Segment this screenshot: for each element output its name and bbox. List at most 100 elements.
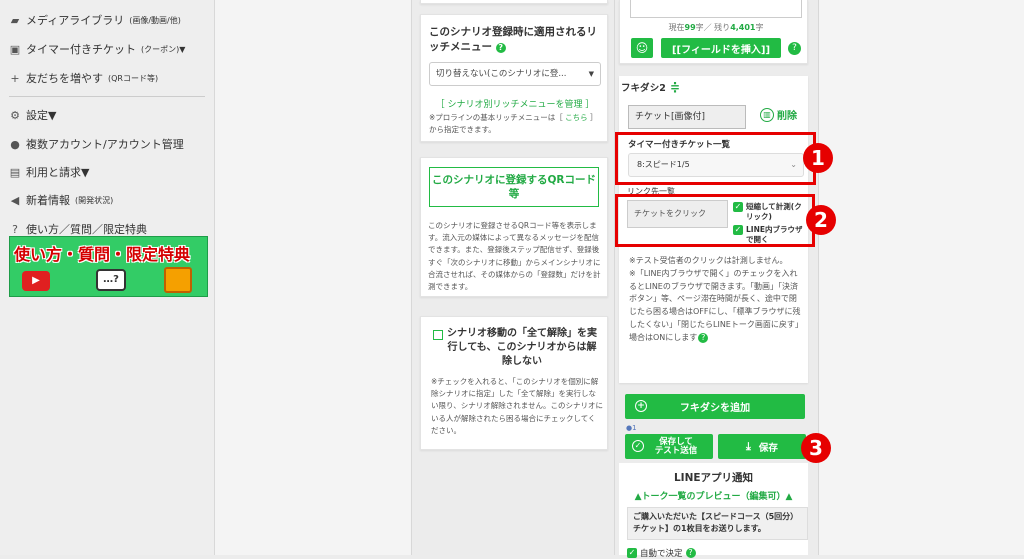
sidebar-item-label: タイマー付きチケット bbox=[26, 43, 136, 56]
money-icon: ▤ bbox=[9, 165, 21, 179]
sidebar-item-timer-ticket[interactable]: ▣ タイマー付きチケット (クーポン)▼ bbox=[9, 41, 186, 57]
rich-menu-card: このシナリオ登録時に適用されるリッチメニュー ? 切り替えない(このシナリオに登… bbox=[420, 14, 608, 142]
delete-button[interactable]: ▥ 削除 bbox=[760, 107, 797, 122]
message-textarea[interactable] bbox=[630, 0, 802, 18]
qr-card: このシナリオに登録するQRコード等 このシナリオに登録させるQRコード等を表示し… bbox=[420, 157, 608, 297]
help-banner[interactable]: 使い方・質問・限定特典 ▶ …? bbox=[9, 236, 208, 297]
message-card: 現在99字／ 残り4,401字 ☺ [[フィールドを挿入]] ? bbox=[619, 0, 808, 64]
fukidashi-header: フキダシ2 ≑ bbox=[621, 80, 680, 94]
play-icon: ▶ bbox=[22, 271, 50, 291]
sidebar-item-settings[interactable]: ⚙ 設定▼ bbox=[9, 107, 56, 123]
sidebar-item-suffix: (画像/動画/他) bbox=[129, 15, 181, 25]
user-plus-icon: + bbox=[10, 71, 20, 85]
preview-text-field[interactable]: ご購入いただいた【スピードコース（5回分）チケット】の1枚目をお送りします。 bbox=[627, 507, 808, 540]
card-top-edge bbox=[420, 0, 608, 4]
insert-field-button[interactable]: [[フィールドを挿入]] bbox=[661, 38, 781, 58]
ticket-icon: ▣ bbox=[9, 42, 21, 56]
qr-description: このシナリオに登録させるQRコード等を表示します。流入元の媒体によって異なるメッ… bbox=[428, 221, 601, 292]
rich-menu-select-value: 切り替えない(このシナリオに登... bbox=[436, 69, 567, 79]
rich-menu-manage-link[interactable]: ［ シナリオ別リッチメニューを管理 ］ bbox=[429, 97, 601, 110]
sidebar-item-accounts[interactable]: ● 複数アカウント/アカウント管理 bbox=[9, 136, 184, 152]
link-notes: ※テスト受信者のクリックは計測しません。 ※「LINE内ブラウザで開く」のチェッ… bbox=[629, 255, 801, 345]
note-link[interactable]: こちら bbox=[565, 113, 588, 122]
sidebar: ▰ メディアライブラリ (画像/動画/他) ▣ タイマー付きチケット (クーポン)▼… bbox=[0, 0, 214, 555]
check-label: LINE内ブラウザで開く bbox=[746, 225, 803, 244]
char-count-text: 字 bbox=[755, 23, 764, 32]
fukidashi-label: フキダシ2 bbox=[621, 83, 666, 94]
empty-panel bbox=[819, 0, 1024, 555]
checkbox-checked-icon[interactable]: ✓ bbox=[627, 548, 637, 558]
gift-icon bbox=[164, 267, 192, 293]
delete-label: 削除 bbox=[777, 111, 797, 122]
sidebar-divider bbox=[9, 96, 205, 97]
sidebar-item-label: 利用と請求▼ bbox=[26, 166, 90, 179]
sidebar-item-label: 友だちを増やす bbox=[26, 72, 103, 85]
release-description: ※チェックを入れると、「このシナリオを個別に解除シナリオに指定」した「全て解除」… bbox=[431, 377, 603, 435]
shorten-measure-option[interactable]: ✓ 短縮して計測(クリック) bbox=[733, 202, 805, 222]
help-icon[interactable]: ? bbox=[495, 43, 506, 53]
check-label: 短縮して計測(クリック) bbox=[746, 202, 802, 221]
download-icon: ⤓ bbox=[746, 439, 751, 453]
folder-icon: ▰ bbox=[10, 13, 20, 27]
auto-decide-label: 自動で決定 bbox=[640, 549, 683, 559]
sidebar-item-label: メディアライブラリ bbox=[26, 14, 125, 27]
rich-menu-select[interactable]: 切り替えない(このシナリオに登... ▼ bbox=[429, 62, 601, 86]
annotation-number-2: 2 bbox=[806, 205, 836, 235]
user-count-value: 1 bbox=[632, 424, 637, 432]
ticket-select-value: 8:スピード1/5 bbox=[637, 160, 690, 169]
annotation-number-1: 1 bbox=[803, 143, 833, 173]
sidebar-item-media-library[interactable]: ▰ メディアライブラリ (画像/動画/他) bbox=[9, 12, 181, 28]
chat-question-icon: …? bbox=[96, 269, 126, 291]
link-target-field[interactable]: チケットをクリック bbox=[627, 200, 728, 228]
megaphone-icon: ◀ bbox=[10, 193, 20, 207]
question-icon: ? bbox=[12, 222, 18, 236]
rich-menu-title-text: このシナリオ登録時に適用されるリッチメニュー bbox=[429, 26, 597, 53]
users-icon: ● bbox=[10, 137, 20, 151]
check-circle-icon: ✓ bbox=[632, 440, 644, 452]
chevron-down-icon: ▼ bbox=[588, 70, 594, 78]
chevron-down-icon: ⌄ bbox=[790, 160, 797, 169]
emoji-button[interactable]: ☺ bbox=[631, 38, 653, 58]
sidebar-item-add-friends[interactable]: + 友だちを増やす (QRコード等) bbox=[9, 70, 158, 86]
divider bbox=[614, 0, 615, 555]
type-field[interactable]: チケット[画像付] bbox=[628, 105, 746, 129]
add-fukidashi-label: フキダシを追加 bbox=[679, 403, 751, 414]
help-icon[interactable]: ? bbox=[685, 548, 696, 558]
sidebar-item-suffix: (開発状況) bbox=[75, 195, 114, 205]
help-icon[interactable]: ? bbox=[698, 332, 709, 343]
auto-decide-option[interactable]: ✓ 自動で決定 ? bbox=[627, 547, 696, 559]
save-button[interactable]: ⤓ 保存 bbox=[718, 434, 806, 459]
release-checkbox[interactable] bbox=[433, 330, 443, 340]
note-text: ※プロラインの基本リッチメニューは［ bbox=[429, 113, 566, 122]
line-browser-option[interactable]: ✓ LINE内ブラウザで開く bbox=[733, 225, 805, 245]
line-notice-title: LINEアプリ通知 bbox=[673, 472, 754, 484]
checkbox-checked-icon[interactable]: ✓ bbox=[733, 202, 743, 212]
help-icon[interactable]: ? bbox=[788, 42, 801, 55]
sidebar-item-suffix: (クーポン)▼ bbox=[141, 44, 186, 54]
add-fukidashi-button[interactable]: + フキダシを追加 bbox=[625, 394, 805, 419]
sidebar-item-label: 複数アカウント/アカウント管理 bbox=[26, 138, 184, 151]
save-label: 保存 bbox=[758, 442, 778, 454]
qr-button[interactable]: このシナリオに登録するQRコード等 bbox=[429, 167, 599, 207]
sidebar-item-suffix: (QRコード等) bbox=[108, 73, 159, 83]
preview-link[interactable]: ▲トーク一覧のプレビュー（編集可）▲ bbox=[619, 489, 808, 502]
banner-title: 使い方・質問・限定特典 bbox=[14, 245, 191, 264]
char-count: 現在99字／ 残り4,401字 bbox=[630, 22, 802, 33]
char-count-text: 字／ 残り bbox=[695, 23, 731, 32]
trash-icon: ▥ bbox=[760, 107, 774, 122]
sidebar-item-news[interactable]: ◀ 新着情報 (開発状況) bbox=[9, 192, 113, 208]
gear-icon: ⚙ bbox=[10, 108, 20, 122]
save-test-button[interactable]: ✓ 保存して テスト送信 bbox=[625, 434, 713, 459]
checkbox-checked-icon[interactable]: ✓ bbox=[733, 225, 743, 235]
ticket-select[interactable]: 8:スピード1/5 ⌄ bbox=[628, 153, 804, 177]
char-count-text: 現在 bbox=[668, 23, 685, 32]
sidebar-item-help[interactable]: ? 使い方／質問／限定特典 bbox=[9, 221, 147, 237]
rich-menu-title: このシナリオ登録時に適用されるリッチメニュー ? bbox=[429, 25, 601, 55]
smile-icon: ☺ bbox=[635, 41, 649, 55]
sidebar-item-label: 新着情報 bbox=[26, 194, 70, 207]
sidebar-item-billing[interactable]: ▤ 利用と請求▼ bbox=[9, 164, 90, 180]
drag-handle-icon[interactable]: ≑ bbox=[670, 80, 680, 94]
link-notes-text: ※テスト受信者のクリックは計測しません。 ※「LINE内ブラウザで開く」のチェッ… bbox=[629, 256, 801, 342]
save-test-label: 保存して テスト送信 bbox=[654, 436, 698, 456]
ticket-list-label: タイマー付きチケット一覧 bbox=[628, 140, 731, 150]
